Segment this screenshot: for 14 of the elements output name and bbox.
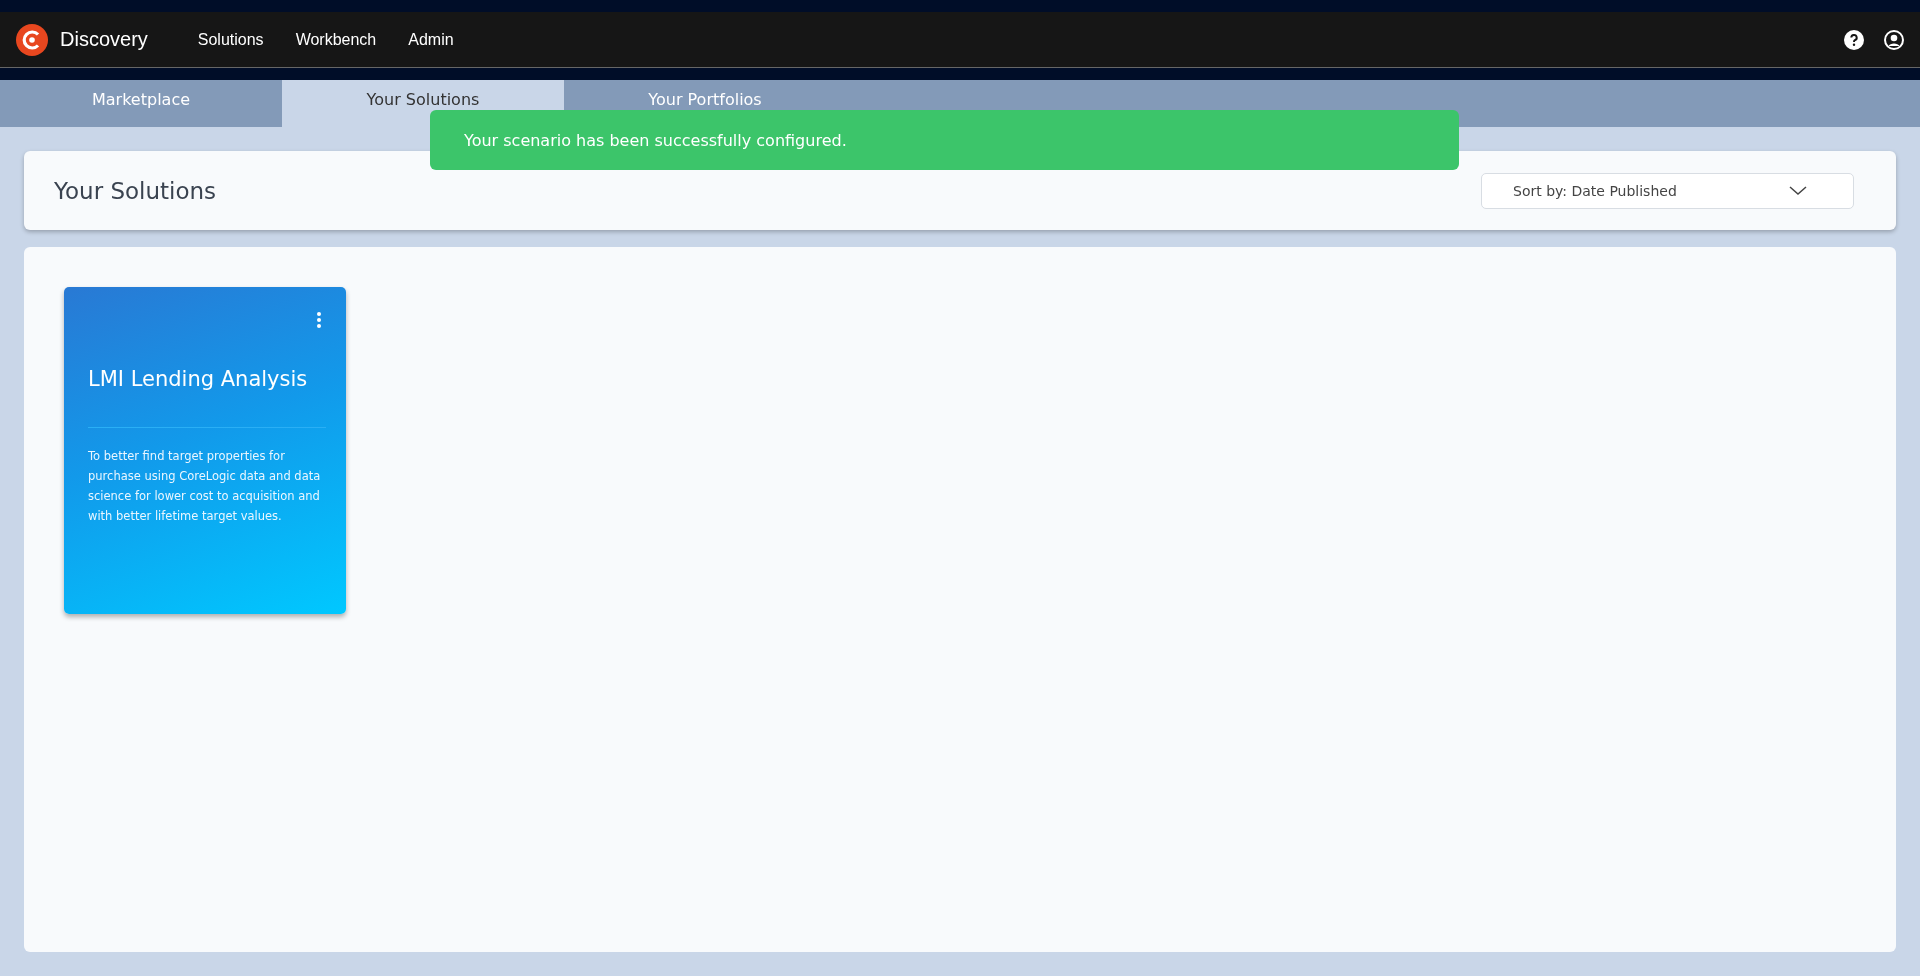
help-icon[interactable]: [1844, 29, 1864, 50]
nav-link[interactable]: Workbench: [295, 30, 377, 49]
app-name: Discovery: [60, 28, 148, 51]
logo-icon: [16, 23, 48, 56]
sort-dropdown[interactable]: Sort by: Date Published: [1481, 172, 1854, 209]
nav-link[interactable]: Admin: [408, 30, 454, 49]
toast-message: Your scenario has been successfully configured.: [464, 130, 847, 150]
chevron-down-icon: [1789, 185, 1807, 196]
more-options-icon[interactable]: [316, 311, 322, 329]
user-icon[interactable]: [1884, 29, 1904, 50]
nav-link[interactable]: Solutions: [197, 30, 264, 49]
solution-description: To better find target properties for purchase using CoreLogic data and data science for lower cost to acquisition and with better lifetime target values.: [88, 448, 322, 525]
page-title: Your Solutions: [54, 177, 217, 204]
solution-title: LMI Lending Analysis: [88, 367, 309, 391]
